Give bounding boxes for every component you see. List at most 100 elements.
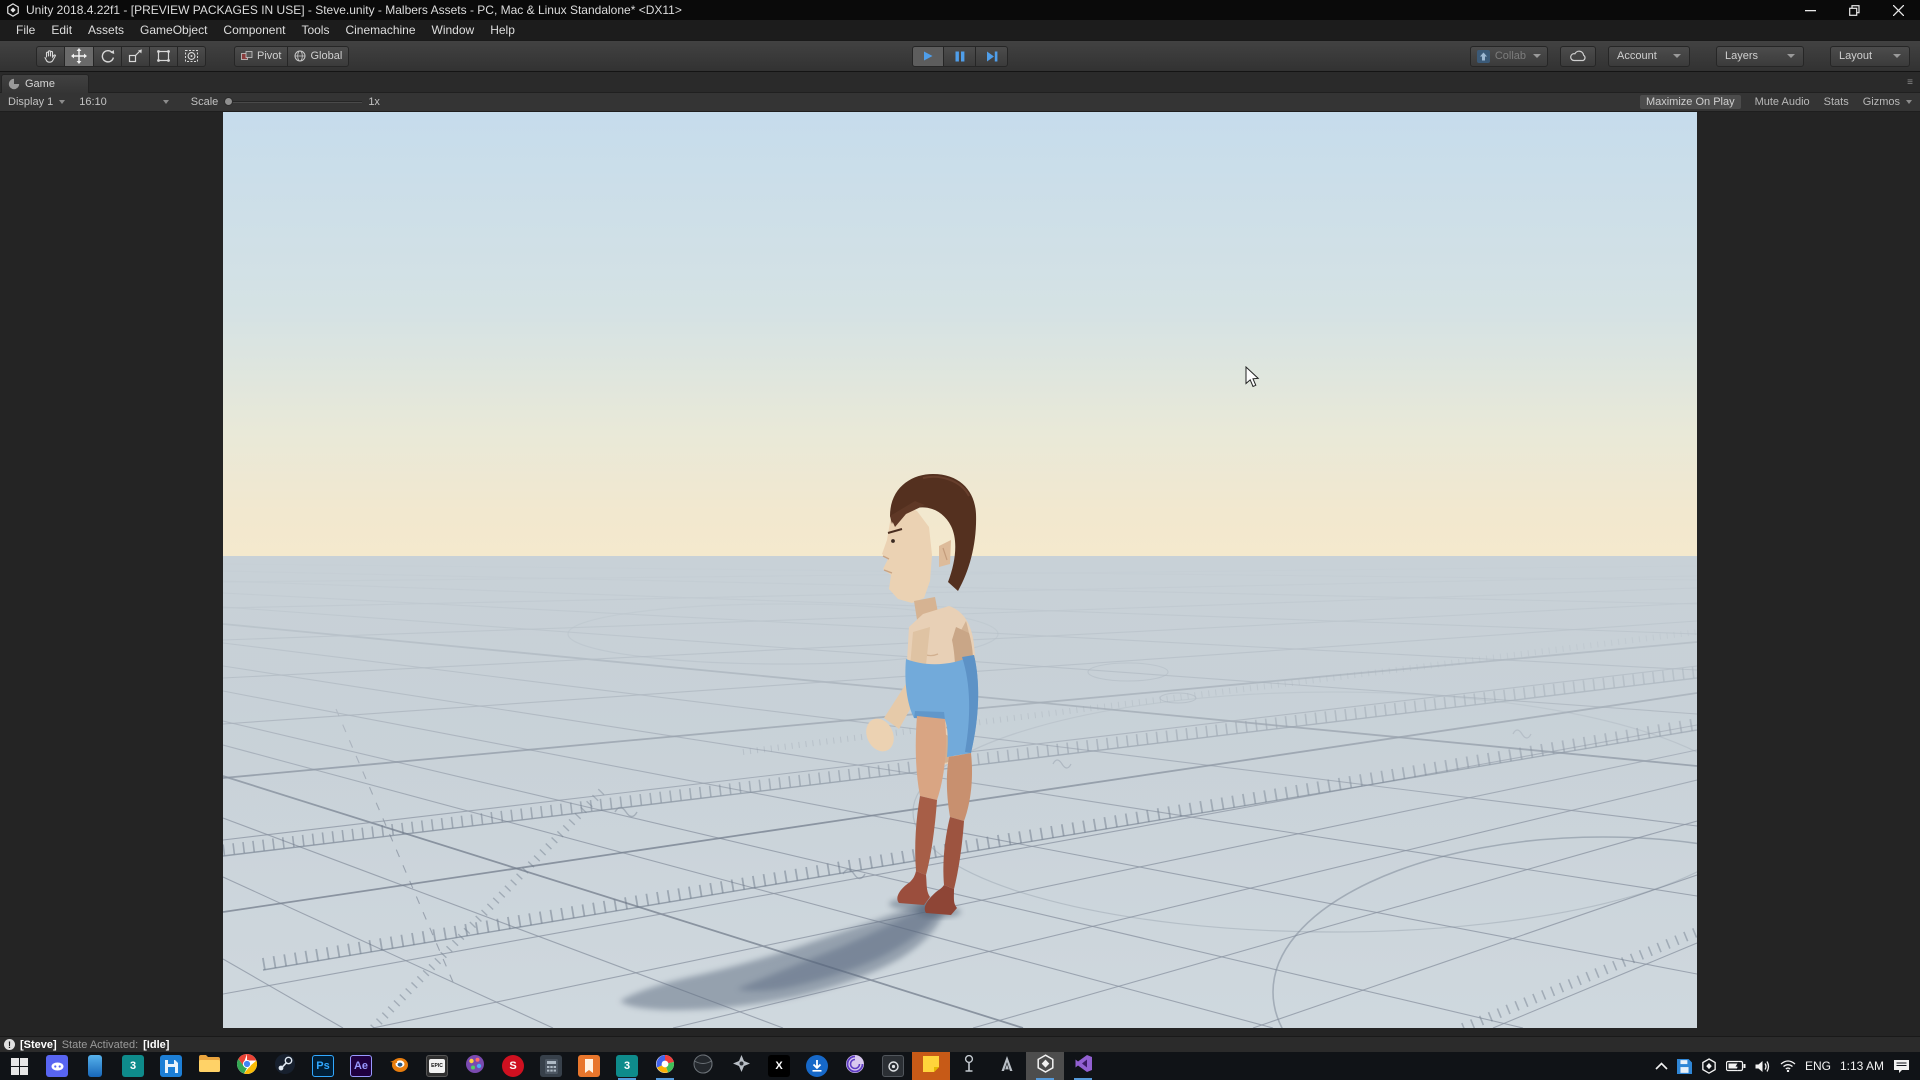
menu-window[interactable]: Window xyxy=(424,21,483,39)
aspect-dropdown[interactable]: 16:10 xyxy=(79,96,169,108)
taskbar-chrome[interactable] xyxy=(228,1052,266,1080)
pause-button[interactable] xyxy=(944,46,976,67)
trident-a-icon xyxy=(999,1055,1015,1077)
mute-audio-toggle[interactable]: Mute Audio xyxy=(1755,96,1810,108)
pivot-icon xyxy=(241,51,253,61)
rect-tool-button[interactable] xyxy=(150,46,178,67)
scale-value: 1x xyxy=(368,96,380,108)
taskbar-steam[interactable] xyxy=(266,1052,304,1080)
sticky-note-icon xyxy=(922,1055,940,1078)
tab-game[interactable]: Game xyxy=(1,74,89,93)
scale-label: Scale xyxy=(191,96,219,108)
layout-label: Layout xyxy=(1839,50,1872,62)
gizmos-dropdown[interactable]: Gizmos xyxy=(1863,96,1912,108)
menu-tools[interactable]: Tools xyxy=(293,21,337,39)
menu-gameobject[interactable]: GameObject xyxy=(132,21,215,39)
tray-clock[interactable]: 1:13 AM xyxy=(1840,1059,1884,1073)
capture-icon xyxy=(882,1055,904,1077)
minimize-button[interactable] xyxy=(1788,0,1832,20)
phone-icon xyxy=(88,1055,102,1077)
display-label: Display 1 xyxy=(8,96,53,108)
scale-tool-button[interactable] xyxy=(122,46,150,67)
taskbar-capture-app[interactable] xyxy=(874,1052,912,1080)
step-button[interactable] xyxy=(976,46,1008,67)
stats-toggle[interactable]: Stats xyxy=(1824,96,1849,108)
taskbar-trident-app[interactable] xyxy=(988,1052,1026,1080)
taskbar-phone-link[interactable] xyxy=(76,1052,114,1080)
taskbar-after-effects[interactable]: Ae xyxy=(342,1052,380,1080)
tab-options-icon[interactable]: ≡ xyxy=(1907,77,1914,88)
menu-assets[interactable]: Assets xyxy=(80,21,132,39)
tray-speaker-icon[interactable] xyxy=(1755,1060,1771,1073)
title-bar: Unity 2018.4.22f1 - [PREVIEW PACKAGES IN… xyxy=(0,0,1920,20)
taskbar-unity-active[interactable] xyxy=(1026,1052,1064,1080)
taskbar-file-explorer[interactable] xyxy=(190,1052,228,1080)
global-toggle-button[interactable]: Global xyxy=(288,46,349,67)
system-tray: ENG 1:13 AM xyxy=(1655,1052,1920,1080)
tray-unity-icon[interactable] xyxy=(1701,1058,1717,1074)
scale-slider-knob[interactable] xyxy=(224,97,233,106)
taskbar-antivirus[interactable]: S xyxy=(494,1052,532,1080)
calculator-icon xyxy=(540,1055,562,1077)
menu-component[interactable]: Component xyxy=(215,21,293,39)
status-bar[interactable]: ! [Steve] State Activated: [Idle] xyxy=(0,1036,1920,1052)
plunger-tool-icon xyxy=(961,1055,977,1078)
transform-tool-button[interactable] xyxy=(178,46,206,67)
menu-help[interactable]: Help xyxy=(482,21,523,39)
rotate-tool-icon xyxy=(100,49,115,63)
aspect-dropdown-arrow xyxy=(163,100,169,104)
taskbar-blender[interactable] xyxy=(380,1052,418,1080)
tray-chevron-icon[interactable] xyxy=(1655,1062,1668,1070)
layout-dropdown[interactable]: Layout xyxy=(1830,46,1910,67)
tray-battery-icon[interactable] xyxy=(1726,1060,1746,1072)
download-arrow-icon xyxy=(806,1055,828,1077)
taskbar-tool-app[interactable] xyxy=(950,1052,988,1080)
cloud-button[interactable] xyxy=(1560,46,1596,67)
taskbar-download-manager[interactable] xyxy=(798,1052,836,1080)
taskbar-3dsmax-running[interactable]: 3 xyxy=(608,1052,646,1080)
taskbar-epic-games[interactable]: EPIC xyxy=(418,1052,456,1080)
tray-wifi-icon[interactable] xyxy=(1780,1060,1796,1072)
display-dropdown-arrow xyxy=(59,100,65,104)
taskbar-x-app[interactable]: X xyxy=(760,1052,798,1080)
windows-logo-icon xyxy=(11,1058,28,1075)
taskbar-sticky-notes-attention[interactable] xyxy=(912,1052,950,1080)
close-button[interactable] xyxy=(1876,0,1920,20)
taskbar-color-wheel-app[interactable] xyxy=(646,1052,684,1080)
rotate-tool-button[interactable] xyxy=(94,46,122,67)
taskbar-discord[interactable] xyxy=(38,1052,76,1080)
scale-slider[interactable] xyxy=(224,101,362,103)
taskbar-paint-app[interactable] xyxy=(456,1052,494,1080)
display-dropdown[interactable]: Display 1 xyxy=(8,96,65,108)
taskbar-bittorrent[interactable] xyxy=(836,1052,874,1080)
game-view-controls: Display 1 16:10 Scale 1x Maximize On Pla… xyxy=(0,93,1920,112)
restore-button[interactable] xyxy=(1832,0,1876,20)
transform-tool-icon xyxy=(184,49,199,63)
collab-button[interactable]: Collab xyxy=(1470,46,1548,67)
taskbar-photoshop[interactable]: Ps xyxy=(304,1052,342,1080)
menu-edit[interactable]: Edit xyxy=(43,21,80,39)
start-button[interactable] xyxy=(0,1052,38,1080)
layers-dropdown[interactable]: Layers xyxy=(1716,46,1804,67)
account-dropdown[interactable]: Account xyxy=(1608,46,1690,67)
taskbar-calculator[interactable] xyxy=(532,1052,570,1080)
menu-cinemachine[interactable]: Cinemachine xyxy=(337,21,423,39)
tray-floppy-icon[interactable] xyxy=(1677,1059,1692,1074)
hand-tool-button[interactable] xyxy=(36,46,65,67)
menu-file[interactable]: File xyxy=(8,21,43,39)
taskbar-shuriken-app[interactable] xyxy=(722,1052,760,1080)
tray-language[interactable]: ENG xyxy=(1805,1059,1831,1073)
maximize-on-play-toggle[interactable]: Maximize On Play xyxy=(1640,95,1741,109)
taskbar-visual-studio[interactable] xyxy=(1064,1052,1102,1080)
move-tool-button[interactable] xyxy=(65,46,94,67)
pivot-toggle-button[interactable]: Pivot xyxy=(234,46,288,67)
unity-app-icon xyxy=(6,3,20,17)
action-center-icon[interactable] xyxy=(1893,1059,1910,1074)
taskbar-orange-app[interactable] xyxy=(570,1052,608,1080)
taskbar-blue-disk-app[interactable] xyxy=(152,1052,190,1080)
play-button[interactable] xyxy=(912,46,944,67)
taskbar-3dsmax[interactable]: 3 xyxy=(114,1052,152,1080)
view-tab-strip: Game ≡ xyxy=(0,72,1920,93)
taskbar-sphere-app[interactable] xyxy=(684,1052,722,1080)
game-viewport[interactable] xyxy=(223,112,1697,1028)
